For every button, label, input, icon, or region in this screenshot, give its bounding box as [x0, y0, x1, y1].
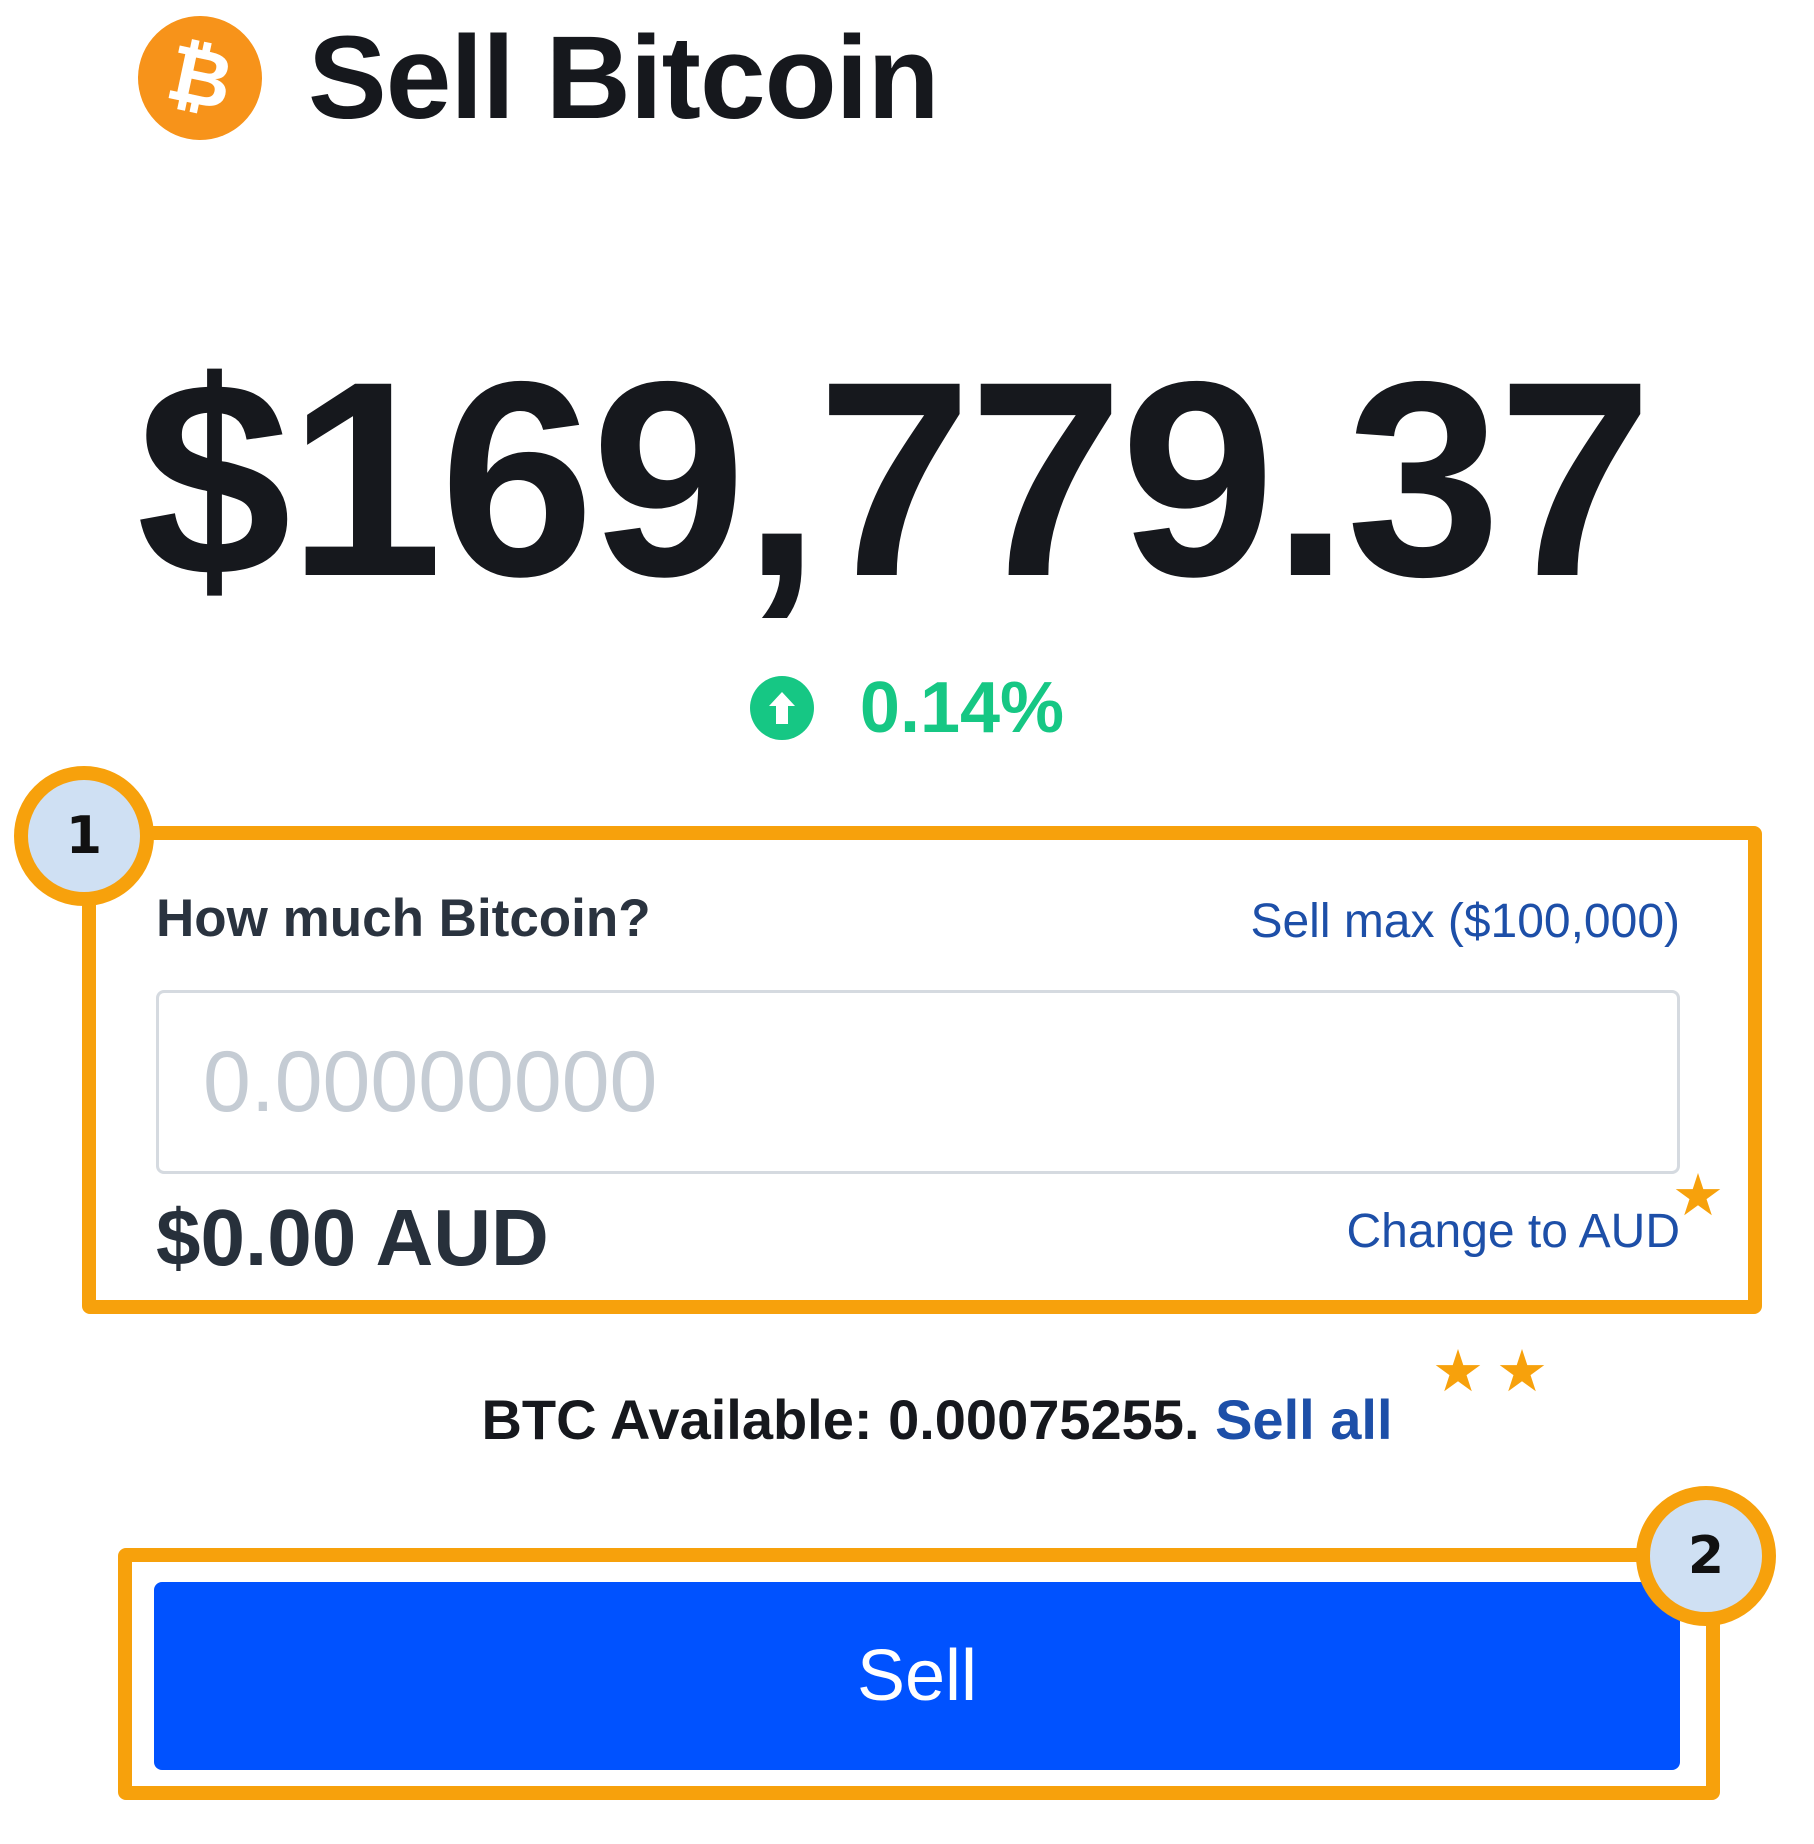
up-arrow-icon [749, 676, 814, 740]
sell-all-link[interactable]: Sell all [1215, 1388, 1392, 1451]
page-title: Sell Bitcoin [308, 12, 940, 144]
page-header: ₿ Sell Bitcoin [126, 4, 940, 152]
star-icon: ★ [1432, 1337, 1484, 1405]
price-change: 0.14% [0, 672, 1814, 744]
highlight-box-sell-button [118, 1548, 1720, 1800]
star-icon: ★ [1672, 1161, 1724, 1229]
highlight-box-amount-section [82, 826, 1762, 1314]
step-badge-2: 2 [1636, 1486, 1776, 1626]
btc-available-text: BTC Available: 0.00075255. [481, 1388, 1200, 1451]
bitcoin-price-value: $169,779.37 [136, 323, 1653, 634]
price-change-percent: 0.14% [859, 668, 1065, 748]
step-badge-1: 1 [14, 766, 154, 906]
star-icon: ★ [1496, 1337, 1548, 1405]
bitcoin-price: $169,779.37 [0, 340, 1814, 618]
bitcoin-logo-icon: ₿ [126, 4, 274, 152]
bitcoin-logo-glyph: ₿ [159, 27, 241, 129]
